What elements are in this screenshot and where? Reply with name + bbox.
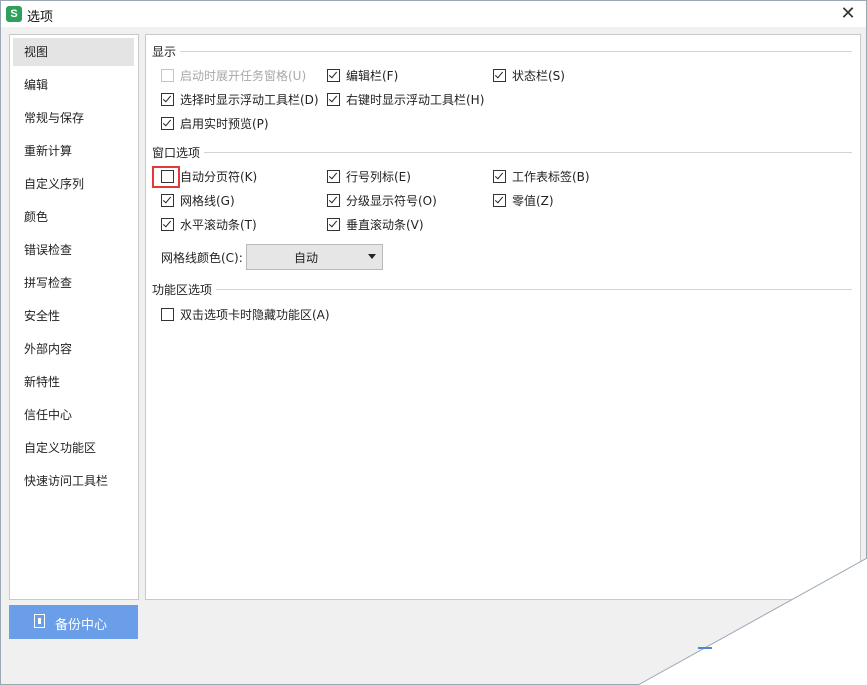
backup-center-button[interactable]: 备份中心 (9, 605, 138, 639)
view-settings-panel: 显示 启动时展开任务窗格(U) 编辑栏(F) 状态栏(S) 选择时显示浮动工具栏… (145, 34, 861, 600)
checkbox-outline-symbols[interactable]: 分级显示符号(O) (327, 192, 437, 210)
app-logo-icon: S (6, 6, 22, 22)
checkbox-hide-ribbon-on-double-click[interactable]: 双击选项卡时隐藏功能区(A) (161, 306, 330, 324)
checkbox-label: 编辑栏(F) (346, 69, 399, 83)
gridline-color-value: 自动 (293, 251, 318, 265)
checkmark-icon (327, 93, 340, 106)
checkbox-gridlines[interactable]: 网格线(G) (161, 192, 235, 210)
checkbox-label: 零值(Z) (512, 194, 554, 208)
checkbox-label: 选择时显示浮动工具栏(D) (180, 93, 319, 107)
section-divider (152, 289, 852, 290)
checkbox-formula-bar[interactable]: 编辑栏(F) (327, 67, 398, 85)
sidebar-item-spell-checking[interactable]: 拼写检查 (13, 269, 134, 297)
checkmark-icon (493, 69, 506, 82)
checkbox-sheet-tabs[interactable]: 工作表标签(B) (493, 168, 590, 186)
document-icon (34, 614, 45, 628)
checkmark-icon (161, 194, 174, 207)
sidebar-item-customize-ribbon[interactable]: 自定义功能区 (13, 434, 134, 462)
section-divider (152, 152, 852, 153)
checkbox-label: 分级显示符号(O) (346, 194, 437, 208)
checkbox-label: 双击选项卡时隐藏功能区(A) (180, 308, 330, 322)
title-bar: S 选项 ✕ (1, 1, 866, 27)
highlight-annotation-box (152, 166, 180, 188)
checkbox-row-column-headers[interactable]: 行号列标(E) (327, 168, 411, 186)
checkbox-live-preview[interactable]: 启用实时预览(P) (161, 115, 269, 133)
checkmark-icon (161, 218, 174, 231)
checkbox-box (161, 308, 174, 321)
section-divider (152, 51, 852, 52)
chevron-down-icon (368, 254, 376, 259)
checkbox-label: 状态栏(S) (512, 69, 565, 83)
section-title-display: 显示 (152, 43, 181, 60)
sidebar-item-error-checking[interactable]: 错误检查 (13, 236, 134, 264)
checkbox-zero-values[interactable]: 零值(Z) (493, 192, 554, 210)
checkbox-status-bar[interactable]: 状态栏(S) (493, 67, 565, 85)
sidebar-item-edit[interactable]: 编辑 (13, 71, 134, 99)
sidebar-item-view[interactable]: 视图 (13, 38, 134, 66)
checkbox-floating-toolbar-on-right-click[interactable]: 右键时显示浮动工具栏(H) (327, 91, 484, 109)
checkmark-icon (161, 117, 174, 130)
category-sidebar: 视图 编辑 常规与保存 重新计算 自定义序列 颜色 错误检查 拼写检查 安全性 … (9, 34, 139, 600)
gridline-color-label: 网格线颜色(C): (161, 251, 243, 265)
window-title: 选项 (27, 10, 54, 25)
options-dialog: S 选项 ✕ 视图 编辑 常规与保存 重新计算 自定义序列 颜色 错误检查 拼写… (0, 0, 867, 685)
sidebar-item-security[interactable]: 安全性 (13, 302, 134, 330)
checkbox-horizontal-scrollbar[interactable]: 水平滚动条(T) (161, 216, 257, 234)
checkbox-label: 工作表标签(B) (512, 170, 590, 184)
checkmark-icon (327, 194, 340, 207)
checkbox-label: 启用实时预览(P) (180, 117, 269, 131)
checkbox-label: 自动分页符(K) (180, 170, 258, 184)
checkmark-icon (493, 170, 506, 183)
checkmark-icon (161, 93, 174, 106)
checkbox-label: 启动时展开任务窗格(U) (180, 69, 307, 83)
sidebar-item-custom-lists[interactable]: 自定义序列 (13, 170, 134, 198)
checkbox-expand-task-pane[interactable]: 启动时展开任务窗格(U) (161, 67, 306, 85)
sidebar-item-new-features[interactable]: 新特性 (13, 368, 134, 396)
gridline-color-dropdown[interactable]: 自动 (246, 244, 383, 270)
checkbox-label: 水平滚动条(T) (180, 218, 257, 232)
section-title-ribbon-options: 功能区选项 (152, 281, 217, 298)
close-icon[interactable]: ✕ (836, 3, 860, 25)
sidebar-item-quick-access-toolbar[interactable]: 快速访问工具栏 (13, 467, 134, 495)
section-title-window-options: 窗口选项 (152, 144, 205, 161)
backup-center-label: 备份中心 (55, 618, 108, 633)
checkbox-label: 行号列标(E) (346, 170, 411, 184)
sidebar-item-recalculate[interactable]: 重新计算 (13, 137, 134, 165)
checkmark-icon (493, 194, 506, 207)
checkmark-icon (327, 218, 340, 231)
checkbox-label: 网格线(G) (180, 194, 235, 208)
sidebar-item-general-save[interactable]: 常规与保存 (13, 104, 134, 132)
checkbox-floating-toolbar-on-select[interactable]: 选择时显示浮动工具栏(D) (161, 91, 319, 109)
sidebar-item-trust-center[interactable]: 信任中心 (13, 401, 134, 429)
sidebar-item-colors[interactable]: 颜色 (13, 203, 134, 231)
checkbox-label: 垂直滚动条(V) (346, 218, 424, 232)
checkbox-box (161, 69, 174, 82)
checkmark-icon (327, 69, 340, 82)
checkmark-icon (327, 170, 340, 183)
sidebar-item-external-content[interactable]: 外部内容 (13, 335, 134, 363)
checkbox-label: 右键时显示浮动工具栏(H) (346, 93, 485, 107)
checkbox-vertical-scrollbar[interactable]: 垂直滚动条(V) (327, 216, 424, 234)
